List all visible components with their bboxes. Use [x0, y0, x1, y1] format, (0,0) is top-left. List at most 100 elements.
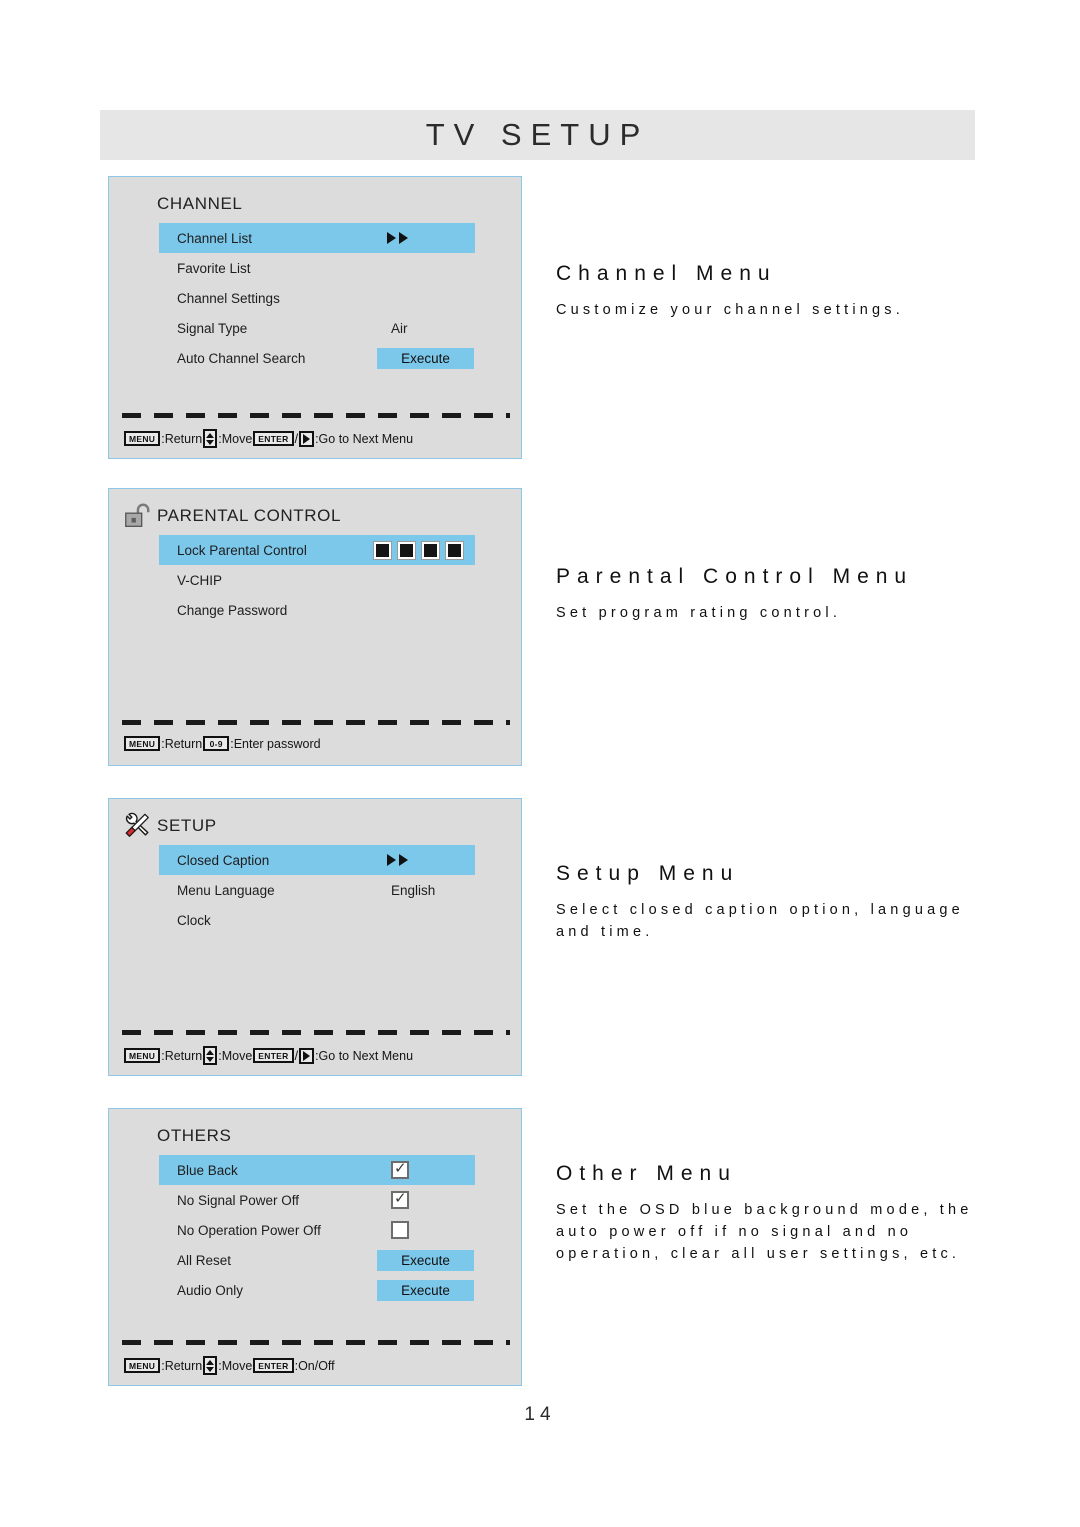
- check-icon: ✓: [394, 1190, 407, 1207]
- menu-row-label: No Operation Power Off: [177, 1222, 321, 1238]
- description-heading: Parental Control Menu: [556, 565, 914, 588]
- description-setup: Setup Menu Select closed caption option,…: [556, 862, 986, 943]
- menu-row-label: Closed Caption: [177, 852, 270, 868]
- description-body: Set the OSD blue background mode, the au…: [556, 1202, 973, 1262]
- menu-row-blue-back[interactable]: Blue Back ✓: [159, 1155, 475, 1185]
- password-entry-boxes[interactable]: [373, 540, 464, 560]
- menu-row-channel-list[interactable]: Channel List: [159, 223, 475, 253]
- menu-row-favorite-list[interactable]: Favorite List: [159, 253, 475, 283]
- execute-button[interactable]: Execute: [377, 1279, 474, 1301]
- panel-title: CHANNEL: [157, 194, 243, 213]
- menu-row-auto-channel-search[interactable]: Auto Channel Search Execute: [159, 343, 475, 373]
- hint-text: :Return: [161, 431, 203, 446]
- check-icon: ✓: [394, 1160, 407, 1177]
- menu-row-v-chip[interactable]: V-CHIP: [159, 565, 475, 595]
- menu-row-label: Change Password: [177, 602, 288, 618]
- menu-row-no-signal-power-off[interactable]: No Signal Power Off ✓: [159, 1185, 475, 1215]
- description-heading: Channel Menu: [556, 262, 777, 285]
- description-channel: Channel Menu Customize your channel sett…: [556, 262, 986, 321]
- hint-text: :Move: [218, 431, 253, 446]
- menu-row-channel-settings[interactable]: Channel Settings: [159, 283, 475, 313]
- up-down-arrow-key-icon: [203, 429, 218, 448]
- hint-text: /: [294, 431, 299, 446]
- osd-panel-channel: CHANNEL Channel List Favorite List Channel …: [108, 176, 522, 459]
- password-digit-box[interactable]: [397, 540, 416, 560]
- password-digit-box[interactable]: [421, 540, 440, 560]
- panel-header-others: OTHERS: [109, 1123, 521, 1149]
- menu-row-all-reset[interactable]: All Reset Execute: [159, 1245, 475, 1275]
- key-enter: ENTER: [253, 1358, 294, 1373]
- checkbox-unchecked[interactable]: [391, 1221, 409, 1239]
- key-menu: MENU: [124, 1048, 161, 1063]
- osd-panel-others: OTHERS Blue Back ✓ No Signal Power Off ✓ No O…: [108, 1108, 522, 1386]
- description-others: Other Menu Set the OSD blue background m…: [556, 1162, 986, 1265]
- right-arrow-key-icon: [299, 1047, 315, 1064]
- open-padlock-icon: [122, 501, 154, 531]
- panel-key-hints-channel: MENU:Return:Move ENTER /:Go to Next Menu: [124, 429, 414, 448]
- hint-text: :Move: [218, 1358, 253, 1373]
- panel-title: SETUP: [157, 816, 217, 835]
- panel-title: PARENTAL CONTROL: [157, 506, 342, 525]
- menu-row-label: Lock Parental Control: [177, 542, 307, 558]
- menu-row-signal-type[interactable]: Signal Type Air: [159, 313, 475, 343]
- menu-row-label: Favorite List: [177, 260, 251, 276]
- menu-row-label: All Reset: [177, 1252, 232, 1268]
- description-heading: Other Menu: [556, 1162, 737, 1185]
- execute-button[interactable]: Execute: [377, 347, 474, 369]
- page-header-bar: TV SETUP: [100, 110, 975, 160]
- key-0-9: 0-9: [203, 736, 230, 751]
- hint-text: :Move: [218, 1048, 253, 1063]
- panel-separator: [122, 1340, 510, 1345]
- password-digit-box[interactable]: [373, 540, 392, 560]
- checkbox-checked[interactable]: ✓: [391, 1190, 409, 1209]
- menu-row-menu-language[interactable]: Menu Language English: [159, 875, 475, 905]
- checkbox-checked[interactable]: ✓: [391, 1160, 409, 1179]
- password-digit-box[interactable]: [445, 540, 464, 560]
- menu-row-label: Channel Settings: [177, 290, 280, 306]
- menu-row-audio-only[interactable]: Audio Only Execute: [159, 1275, 475, 1305]
- triangle-right-icon: [387, 854, 396, 866]
- menu-row-no-operation-power-off[interactable]: No Operation Power Off: [159, 1215, 475, 1245]
- menu-row-label: Channel List: [177, 230, 253, 246]
- next-menu-arrows-icon[interactable]: [387, 232, 408, 244]
- panel-header-setup: SETUP: [109, 812, 521, 839]
- triangle-right-icon: [387, 232, 396, 244]
- panel-header-channel: CHANNEL: [109, 191, 521, 217]
- menu-rows-parental: Lock Parental Control V-CHIP Change Passwo…: [159, 535, 475, 625]
- page-number: 14: [524, 1404, 556, 1425]
- hint-text: :Enter password: [230, 736, 321, 751]
- panel-separator: [122, 720, 510, 725]
- next-menu-arrows-icon[interactable]: [387, 854, 408, 866]
- menu-row-lock-parental-control[interactable]: Lock Parental Control: [159, 535, 475, 565]
- description-body: Select closed caption option, language a…: [556, 902, 964, 940]
- hint-text: :Return: [161, 1358, 203, 1373]
- panel-separator: [122, 413, 510, 418]
- execute-button[interactable]: Execute: [377, 1249, 474, 1271]
- hint-text: :Go to Next Menu: [315, 431, 414, 446]
- menu-row-label: Auto Channel Search: [177, 350, 306, 366]
- osd-panel-setup: SETUP Closed Caption Menu Language English C…: [108, 798, 522, 1076]
- description-body: Customize your channel settings.: [556, 302, 904, 318]
- up-down-arrow-key-icon: [203, 1046, 218, 1065]
- panel-separator: [122, 1030, 510, 1035]
- description-heading: Setup Menu: [556, 862, 740, 885]
- triangle-right-icon: [399, 854, 408, 866]
- key-menu: MENU: [124, 431, 161, 446]
- menu-row-label: Blue Back: [177, 1162, 238, 1178]
- page-title: TV SETUP: [425, 117, 650, 152]
- panel-key-hints-parental: MENU:Return 0-9:Enter password: [124, 736, 322, 751]
- menu-row-label: Signal Type: [177, 320, 248, 336]
- panel-title: OTHERS: [157, 1126, 232, 1145]
- key-enter: ENTER: [253, 1048, 294, 1063]
- hint-text: :On/Off: [294, 1358, 335, 1373]
- menu-row-clock[interactable]: Clock: [159, 905, 475, 935]
- hint-text: :Go to Next Menu: [315, 1048, 414, 1063]
- menu-row-closed-caption[interactable]: Closed Caption: [159, 845, 475, 875]
- menu-row-label: No Signal Power Off: [177, 1192, 300, 1208]
- hint-text: :Return: [161, 736, 203, 751]
- row-value: Air: [391, 320, 408, 336]
- osd-panel-parental-control: PARENTAL CONTROL Lock Parental Control V-C…: [108, 488, 522, 766]
- right-arrow-key-icon: [299, 430, 315, 447]
- key-menu: MENU: [124, 1358, 161, 1373]
- menu-row-change-password[interactable]: Change Password: [159, 595, 475, 625]
